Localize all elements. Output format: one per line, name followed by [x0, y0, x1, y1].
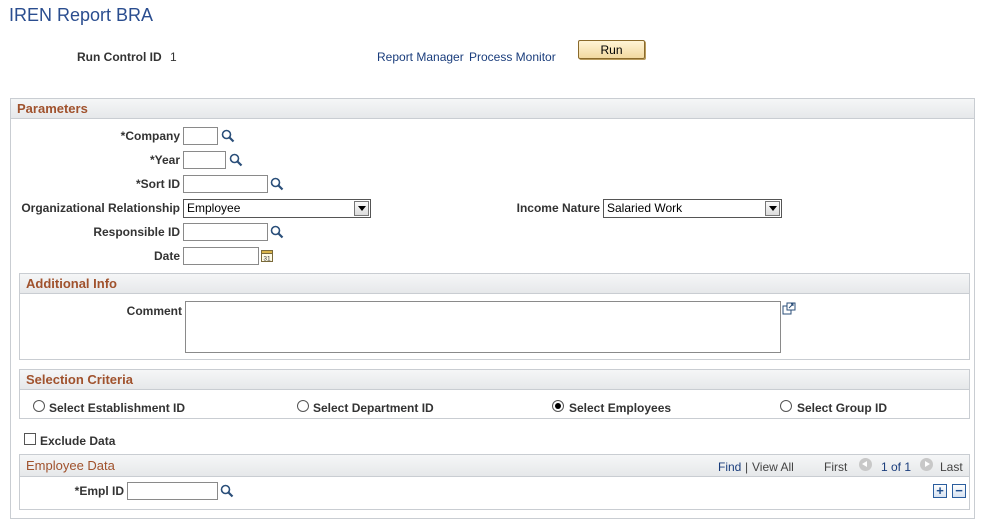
parameters-header: Parameters	[11, 99, 974, 119]
previous-row-icon[interactable]	[859, 458, 872, 471]
date-label: Date	[153, 249, 180, 263]
responsible-id-input[interactable]	[183, 223, 268, 241]
empl-id-label: *Empl ID	[74, 484, 124, 498]
last-label: Last	[940, 460, 963, 474]
company-label: *Company	[120, 129, 180, 143]
company-lookup-icon[interactable]	[221, 129, 235, 143]
income-nature-label: Income Nature	[516, 201, 600, 215]
empl-id-input[interactable]	[127, 482, 218, 500]
exclude-data-checkbox[interactable]	[24, 433, 36, 445]
sort-id-input[interactable]	[183, 175, 268, 193]
page-title: IREN Report BRA	[9, 5, 154, 25]
radio-department-id[interactable]	[297, 400, 309, 412]
expand-icon[interactable]	[782, 302, 796, 315]
view-all-link[interactable]: View All	[752, 460, 794, 474]
next-row-icon[interactable]	[920, 458, 933, 471]
delete-row-button[interactable]: −	[952, 484, 966, 498]
radio-employees-label: Select Employees	[569, 401, 672, 415]
radio-group-id[interactable]	[780, 400, 792, 412]
run-control-id-label: Run Control ID	[77, 50, 162, 64]
nav-separator: |	[745, 460, 749, 474]
company-input[interactable]	[183, 127, 218, 145]
add-row-button[interactable]: +	[933, 484, 947, 498]
org-relationship-select[interactable]: Employee	[183, 199, 371, 218]
year-label: *Year	[149, 153, 180, 167]
comment-label: Comment	[126, 304, 182, 318]
additional-info-header: Additional Info	[20, 274, 969, 294]
selection-criteria-header: Selection Criteria	[20, 370, 969, 390]
calendar-day-text: 31	[263, 256, 271, 263]
comment-textarea[interactable]	[185, 301, 781, 353]
chevron-down-icon	[765, 201, 780, 216]
sort-id-label: *Sort ID	[135, 177, 180, 191]
sort-id-lookup-icon[interactable]	[270, 177, 284, 191]
year-input[interactable]	[183, 151, 226, 169]
empl-id-lookup-icon[interactable]	[220, 484, 234, 498]
radio-establishment-id[interactable]	[33, 400, 45, 412]
radio-employees[interactable]	[552, 400, 564, 412]
income-nature-value: Salaried Work	[607, 201, 683, 215]
row-count: 1 of 1	[881, 460, 912, 474]
run-button[interactable]: Run	[578, 40, 645, 59]
process-monitor-link[interactable]: Process Monitor	[469, 50, 556, 64]
date-input[interactable]	[183, 247, 259, 265]
income-nature-select[interactable]: Salaried Work	[603, 199, 782, 218]
org-relationship-label: Organizational Relationship	[21, 201, 180, 215]
calendar-icon[interactable]: 31	[261, 249, 273, 262]
find-link[interactable]: Find	[718, 460, 741, 474]
year-lookup-icon[interactable]	[229, 153, 243, 167]
radio-establishment-id-label: Select Establishment ID	[49, 401, 186, 415]
first-label: First	[824, 460, 848, 474]
org-relationship-value: Employee	[187, 201, 241, 215]
radio-group-id-label: Select Group ID	[797, 401, 888, 415]
report-manager-link[interactable]: Report Manager	[377, 50, 464, 64]
responsible-id-label: Responsible ID	[93, 225, 180, 239]
run-control-id-value: 1	[170, 50, 177, 64]
chevron-down-icon	[354, 201, 369, 216]
responsible-id-lookup-icon[interactable]	[270, 225, 284, 239]
radio-department-id-label: Select Department ID	[313, 401, 434, 415]
exclude-data-label: Exclude Data	[40, 434, 116, 448]
